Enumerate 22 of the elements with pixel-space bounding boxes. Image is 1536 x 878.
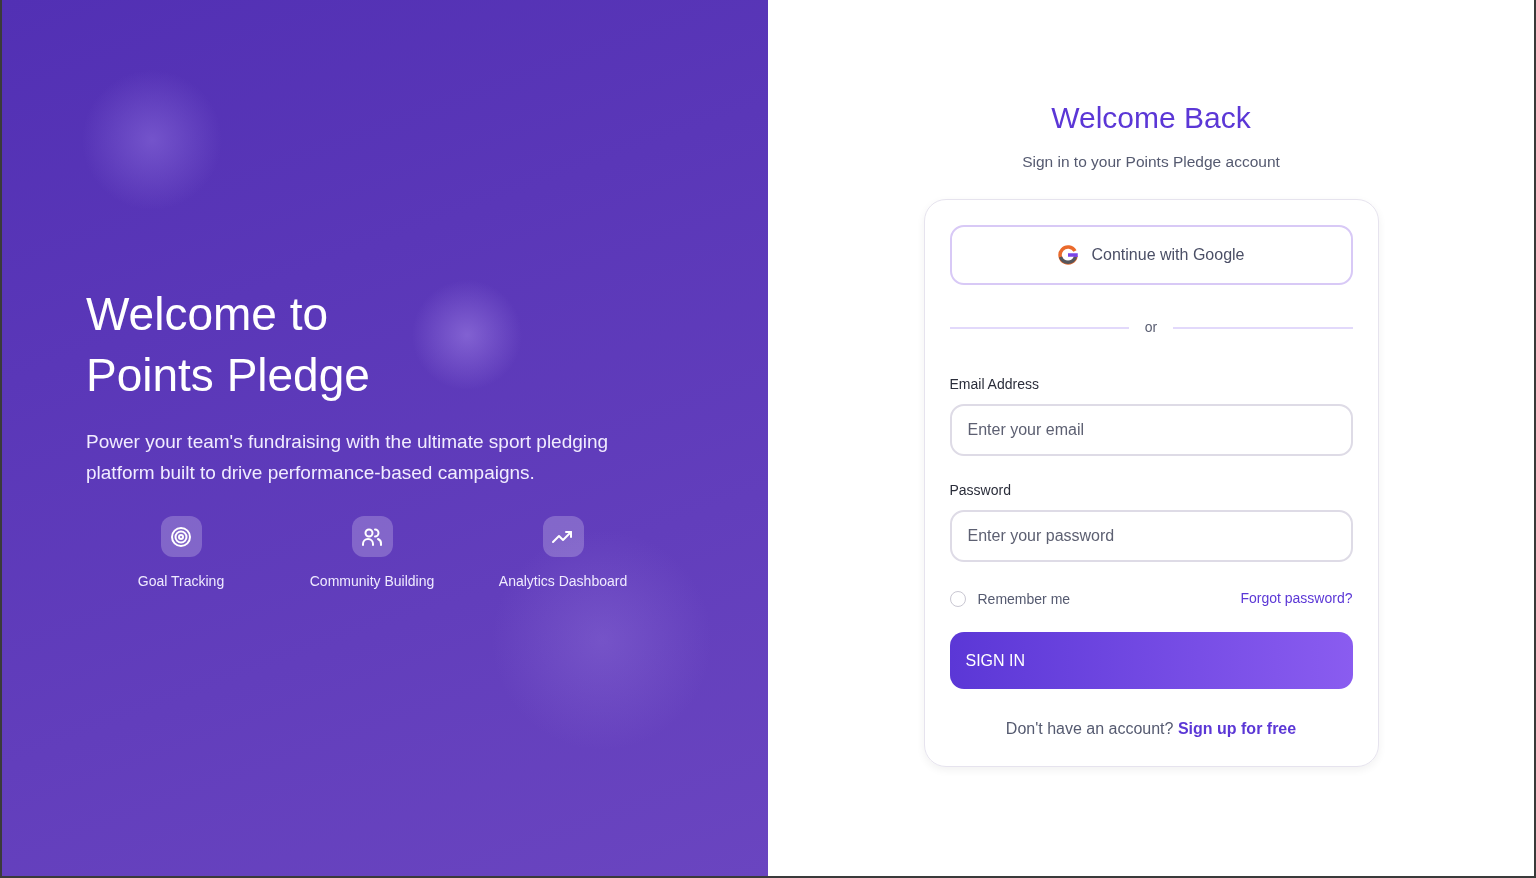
trend-up-icon — [542, 516, 584, 558]
forgot-password-link[interactable]: Forgot password? — [1240, 587, 1353, 609]
feature-label: Analytics Dashboard — [498, 572, 628, 592]
google-button[interactable]: Continue with Google — [949, 225, 1353, 286]
divider-text: or — [1144, 318, 1158, 338]
field-label: Email Address — [949, 375, 1040, 395]
email-field[interactable]: Enter your email — [949, 404, 1353, 457]
signup-link[interactable]: Sign up for free — [1177, 720, 1297, 738]
password-field[interactable]: Enter your password — [949, 510, 1353, 563]
signup-prompt: Don't have an account? Sign up for free — [1004, 719, 1298, 740]
hero-title: Welcome to Points Pledge — [86, 286, 371, 403]
feature-label: Community Building — [309, 572, 435, 592]
g-logo-icon — [1057, 245, 1078, 266]
login-subtitle: Sign in to your Points Pledge account — [1022, 152, 1280, 172]
remember-label: Remember me — [977, 590, 1071, 607]
login-title: Welcome Back — [1051, 100, 1251, 136]
feature-label: Goal Tracking — [137, 572, 225, 592]
field-label: Password — [949, 481, 1012, 501]
people-icon — [351, 516, 393, 558]
hero-subtitle: Power your team's fundraising with the ultimate sport pledging platform built to drive performance-based campaigns. — [86, 430, 610, 485]
sign-in-button[interactable]: SIGN IN — [949, 632, 1353, 690]
target-icon — [160, 516, 202, 558]
